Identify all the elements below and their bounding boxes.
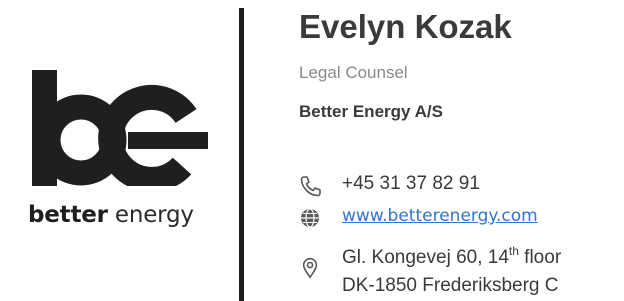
address-row: Gl. Kongevej 60, 14th floor DK-1850 Fred… [299,244,619,301]
address-line-1-suffix: floor [518,247,562,268]
logo-word-better: better [28,202,108,228]
vertical-divider [239,8,244,301]
logo-word-energy: energy [107,202,194,228]
location-pin-icon [302,257,318,279]
better-energy-logo: better energy [28,70,208,240]
phone-icon [300,176,321,197]
contact-name: Evelyn Kozak [299,8,512,45]
address-line-1-sup: th [508,244,519,258]
phone-number: +45 31 37 82 91 [342,173,480,194]
phone-row: +45 31 37 82 91 [299,173,619,199]
logo-wordmark: better energy [28,202,208,228]
website-row: www.betterenergy.com [299,205,619,231]
address-line-1-prefix: Gl. Kongevej 60, 14 [342,247,509,268]
be-logo-mark [32,70,208,186]
company-name: Better Energy A/S [299,102,443,121]
website-link[interactable]: www.betterenergy.com [342,206,538,226]
contact-title: Legal Counsel [299,63,408,82]
address-line-2: DK-1850 Frederiksberg C [342,275,559,296]
address-line-1: Gl. Kongevej 60, 14th floor [342,244,562,269]
email-signature: better energy Evelyn Kozak Legal Counsel… [0,0,624,301]
globe-icon [301,208,319,228]
